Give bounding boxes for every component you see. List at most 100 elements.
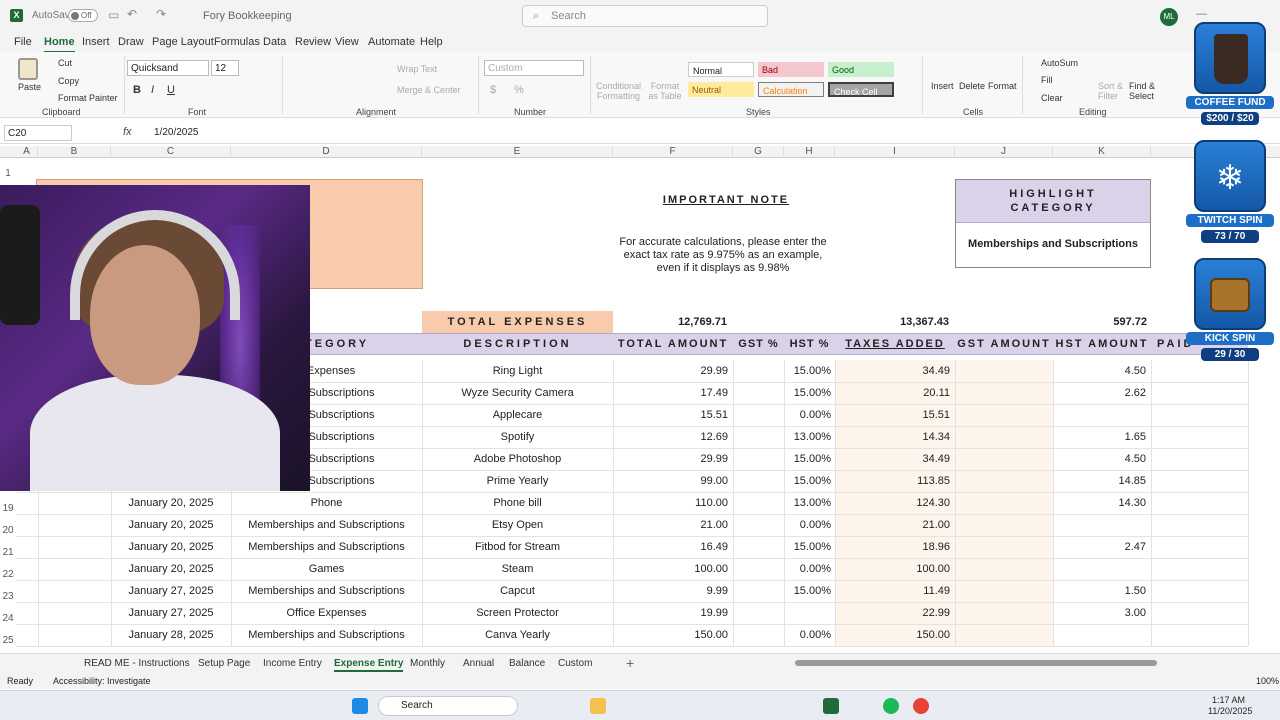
tab-view[interactable]: View <box>335 36 359 48</box>
row-header[interactable]: 19 <box>0 503 16 514</box>
name-box[interactable]: C20 <box>4 125 72 141</box>
cell-hst-amt[interactable]: 14.85 <box>1053 475 1146 487</box>
cell-hst[interactable]: 15.00% <box>784 453 831 465</box>
chrome-icon[interactable] <box>913 698 929 714</box>
cell-description[interactable]: Spotify <box>422 431 613 443</box>
cell-total[interactable]: 110.00 <box>613 497 728 509</box>
tab-formulas[interactable]: Formulas <box>214 36 260 48</box>
cell-taxes[interactable]: 18.96 <box>835 541 950 553</box>
tab-read-me[interactable]: READ ME - Instructions <box>84 658 190 669</box>
underline-icon[interactable]: U <box>167 84 175 96</box>
cell-hst[interactable]: 15.00% <box>784 387 831 399</box>
autosum-button[interactable]: AutoSum <box>1041 58 1078 68</box>
zoom-level[interactable]: 100% <box>1256 676 1279 686</box>
cell-date[interactable]: January 20, 2025 <box>111 563 231 575</box>
cell-hst[interactable]: 0.00% <box>784 519 831 531</box>
paste-button[interactable]: Paste <box>18 82 41 92</box>
sort-filter-button[interactable]: Sort & Filter <box>1098 81 1128 101</box>
cell-taxes[interactable]: 124.30 <box>835 497 950 509</box>
font-name-select[interactable]: Quicksand <box>127 60 209 76</box>
row-header[interactable]: 20 <box>0 525 16 536</box>
row-header[interactable]: 23 <box>0 591 16 602</box>
save-icon[interactable]: ▭ <box>108 8 119 22</box>
italic-icon[interactable]: I <box>151 84 154 96</box>
add-sheet-icon[interactable]: + <box>626 655 634 671</box>
style-check-cell[interactable]: Check Cell <box>828 82 894 97</box>
tab-expense-entry[interactable]: Expense Entry <box>334 658 404 672</box>
taskbar-search[interactable]: Search <box>378 696 518 716</box>
column-header-i[interactable]: I <box>835 146 955 158</box>
cell-taxes[interactable]: 113.85 <box>835 475 950 487</box>
tab-file[interactable]: File <box>14 36 32 48</box>
style-good[interactable]: Good <box>828 62 894 77</box>
document-title[interactable]: Fory Bookkeeping <box>203 10 292 22</box>
tab-balance[interactable]: Balance <box>509 658 545 669</box>
windows-start-icon[interactable] <box>352 698 368 714</box>
cell-category[interactable]: Memberships and Subscriptions <box>231 541 422 553</box>
clear-button[interactable]: Clear <box>1041 93 1063 103</box>
column-header-h[interactable]: H <box>784 146 835 158</box>
column-header-c[interactable]: C <box>111 146 231 158</box>
row-header[interactable]: 25 <box>0 635 16 646</box>
cell-date[interactable]: January 28, 2025 <box>111 629 231 641</box>
search-input[interactable]: ⌕ Search <box>522 5 768 27</box>
cell-date[interactable]: January 20, 2025 <box>111 497 231 509</box>
tab-page-layout[interactable]: Page Layout <box>152 36 214 48</box>
column-header-j[interactable]: J <box>955 146 1053 158</box>
row-header[interactable]: 24 <box>0 613 16 624</box>
file-explorer-icon[interactable] <box>590 698 606 714</box>
cell-hst-amt[interactable]: 1.65 <box>1053 431 1146 443</box>
spotify-icon[interactable] <box>883 698 899 714</box>
column-header-e[interactable]: E <box>422 146 613 158</box>
tab-insert[interactable]: Insert <box>82 36 110 48</box>
cell-date[interactable]: January 27, 2025 <box>111 585 231 597</box>
clock-time[interactable]: 1:17 AM <box>1212 695 1245 705</box>
cell-hst-amt[interactable]: 1.50 <box>1053 585 1146 597</box>
delete-cells-button[interactable]: Delete <box>959 81 985 91</box>
format-as-table-button[interactable]: Format as Table <box>646 81 684 101</box>
style-calculation[interactable]: Calculation <box>758 82 824 97</box>
cell-category[interactable]: Memberships and Subscriptions <box>231 585 422 597</box>
cell-hst-amt[interactable]: 2.62 <box>1053 387 1146 399</box>
avatar[interactable]: ML <box>1160 8 1178 26</box>
cell-hst-amt[interactable]: 4.50 <box>1053 365 1146 377</box>
cell-taxes[interactable]: 15.51 <box>835 409 950 421</box>
cell-total[interactable]: 100.00 <box>613 563 728 575</box>
cell-description[interactable]: Adobe Photoshop <box>422 453 613 465</box>
tab-review[interactable]: Review <box>295 36 331 48</box>
cell-total[interactable]: 21.00 <box>613 519 728 531</box>
cell-description[interactable]: Canva Yearly <box>422 629 613 641</box>
cell-category[interactable]: Phone <box>231 497 422 509</box>
cell-total[interactable]: 19.99 <box>613 607 728 619</box>
cell-taxes[interactable]: 21.00 <box>835 519 950 531</box>
tab-automate[interactable]: Automate <box>368 36 415 48</box>
tab-monthly[interactable]: Monthly <box>410 658 445 669</box>
cell-description[interactable]: Wyze Security Camera <box>422 387 613 399</box>
cell-hst[interactable]: 15.00% <box>784 541 831 553</box>
style-normal[interactable]: Normal <box>688 62 754 77</box>
cell-total[interactable]: 9.99 <box>613 585 728 597</box>
cell-total[interactable]: 17.49 <box>613 387 728 399</box>
wrap-text-button[interactable]: Wrap Text <box>397 64 437 74</box>
cell-hst-amt[interactable]: 3.00 <box>1053 607 1146 619</box>
conditional-formatting-button[interactable]: Conditional Formatting <box>596 81 641 101</box>
find-select-button[interactable]: Find & Select <box>1129 81 1163 101</box>
merge-center-button[interactable]: Merge & Center <box>397 85 461 95</box>
bold-icon[interactable]: B <box>133 84 141 96</box>
cell-hst-amt[interactable]: 14.30 <box>1053 497 1146 509</box>
cell-taxes[interactable]: 100.00 <box>835 563 950 575</box>
undo-icon[interactable]: ↶ <box>127 7 137 21</box>
cell-taxes[interactable]: 22.99 <box>835 607 950 619</box>
column-header-a[interactable]: A <box>16 146 38 158</box>
cell-hst[interactable]: 13.00% <box>784 497 831 509</box>
cell-taxes[interactable]: 150.00 <box>835 629 950 641</box>
cell-hst[interactable]: 0.00% <box>784 409 831 421</box>
cell-category[interactable]: Games <box>231 563 422 575</box>
cell-date[interactable]: January 20, 2025 <box>111 519 231 531</box>
tab-custom[interactable]: Custom <box>558 658 592 669</box>
cell-hst[interactable]: 15.00% <box>784 475 831 487</box>
cell-total[interactable]: 15.51 <box>613 409 728 421</box>
function-icon[interactable]: fx <box>123 126 132 138</box>
cell-total[interactable]: 29.99 <box>613 453 728 465</box>
tab-income-entry[interactable]: Income Entry <box>263 658 322 669</box>
